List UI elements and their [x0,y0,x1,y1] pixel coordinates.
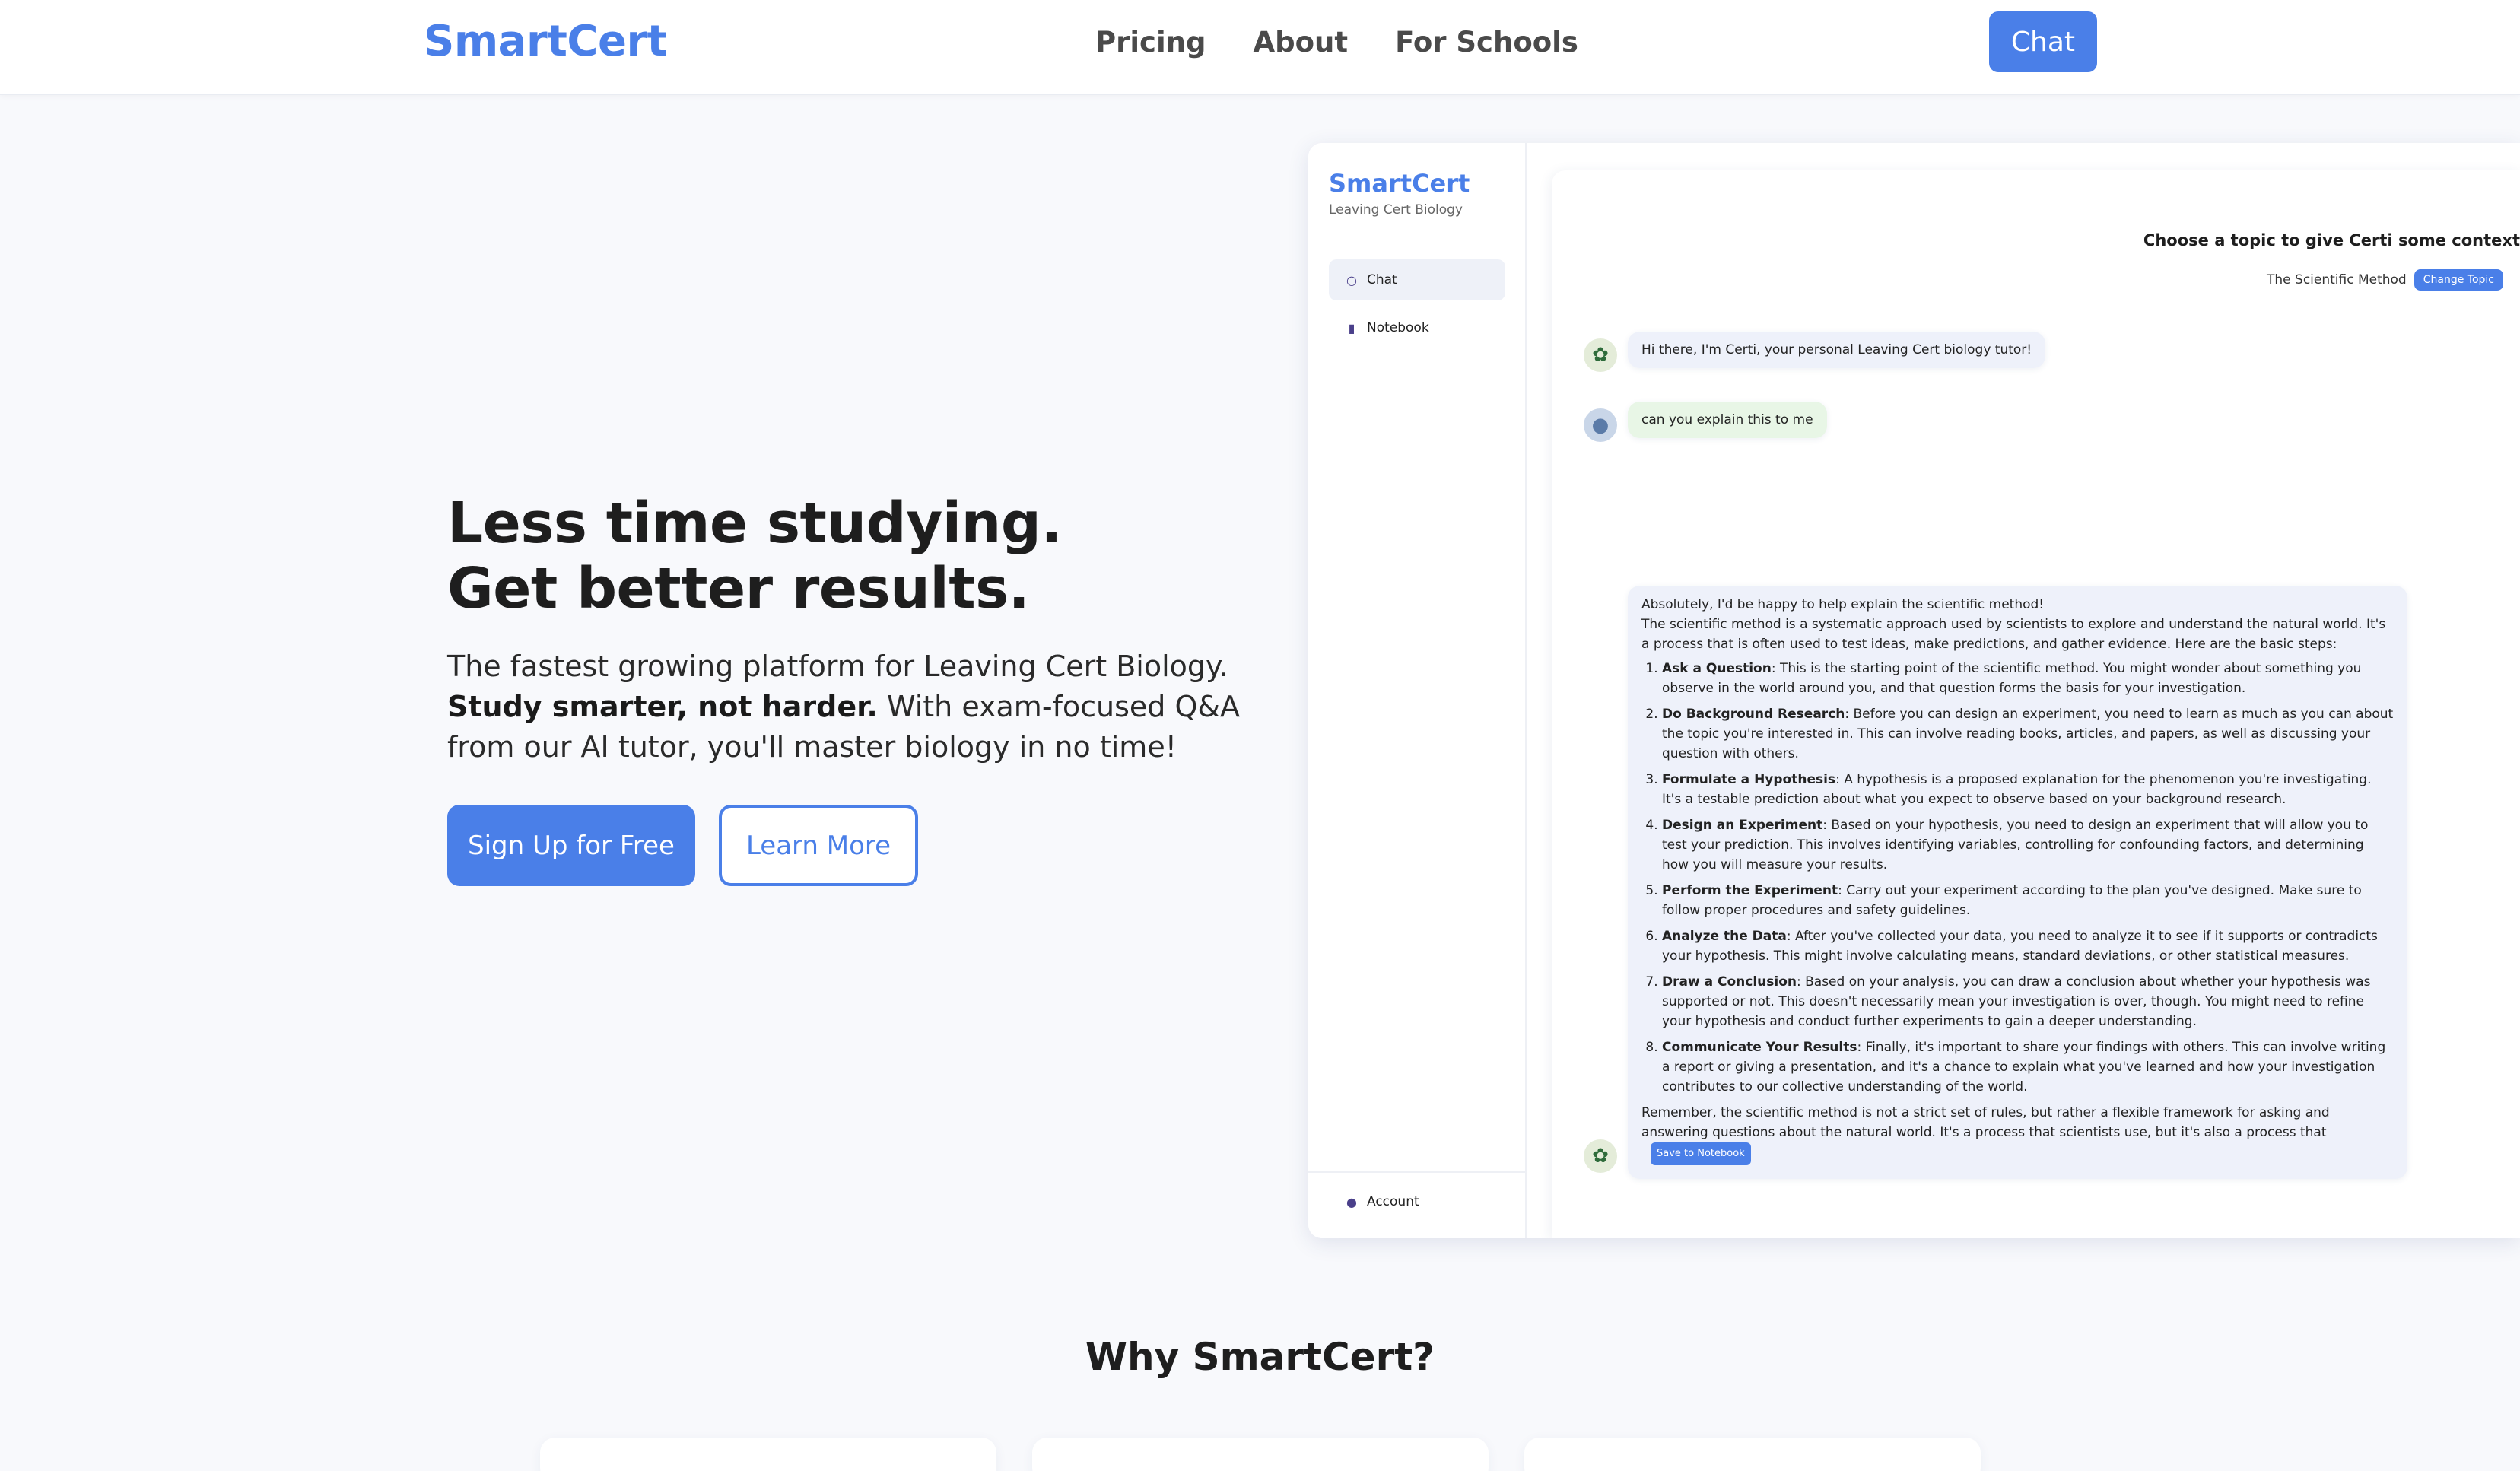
bot-answer-message: Absolutely, I'd be happy to help explain… [1628,586,2407,1179]
sidebar-item-account[interactable]: ● Account [1329,1181,1505,1222]
list-item: Formulate a Hypothesis: A hypothesis is … [1662,770,2394,809]
signup-button[interactable]: Sign Up for Free [447,805,695,886]
sidebar-item-label: Notebook [1367,320,1429,335]
chat-bubble-icon: ○ [1346,272,1357,288]
nav-link-pricing[interactable]: Pricing [1095,26,1206,59]
app-sidebar: SmartCert Leaving Cert Biology ○ Chat ▮ … [1308,143,1527,1238]
sidebar-divider [1308,1171,1527,1173]
list-item: Communicate Your Results: Finally, it's … [1662,1037,2394,1097]
list-item: Do Background Research: Before you can d… [1662,704,2394,764]
nav-chat-button[interactable]: Chat [1989,11,2097,72]
feature-card [1524,1438,1981,1471]
hero-title-line2: Get better results. [447,556,1030,621]
hero-sub-part1: The fastest growing platform for Leaving… [447,650,1228,683]
nav-link-for-schools[interactable]: For Schools [1395,26,1578,59]
feature-card [540,1438,996,1471]
user-avatar-icon: ● [1584,408,1617,442]
chat-panel: Choose a topic to give Certi some contex… [1552,170,2520,1238]
answer-steps: Ask a Question: This is the starting poi… [1641,659,2394,1097]
nav-links: Pricing About For Schools [1095,26,1578,59]
top-nav: SmartCert Pricing About For Schools Chat [0,0,2520,95]
why-section-title: Why SmartCert? [1085,1335,1435,1379]
hero-subtitle: The fastest growing platform for Leaving… [447,647,1276,767]
sidebar-item-notebook[interactable]: ▮ Notebook [1329,307,1505,348]
app-brand[interactable]: SmartCert [1329,169,1470,198]
nav-link-about[interactable]: About [1254,26,1349,59]
app-brand-subtitle: Leaving Cert Biology [1329,202,1463,218]
list-item: Perform the Experiment: Carry out your e… [1662,881,2394,920]
change-topic-button[interactable]: Change Topic [2414,269,2503,291]
certi-bot-avatar-icon: ✿ [1584,1139,1617,1173]
sidebar-item-label: Chat [1367,272,1397,288]
list-item: Draw a Conclusion: Based on your analysi… [1662,972,2394,1031]
account-icon: ● [1346,1194,1357,1209]
answer-outro: Remember, the scientific method is not a… [1641,1105,2330,1140]
list-item: Design an Experiment: Based on your hypo… [1662,815,2394,875]
sidebar-item-label: Account [1367,1194,1419,1209]
certi-bot-avatar-icon: ✿ [1584,338,1617,372]
bot-message: Hi there, I'm Certi, your personal Leavi… [1628,332,2046,368]
topic-prompt: Choose a topic to give Certi some contex… [2143,231,2520,249]
app-preview: SmartCert Leaving Cert Biology ○ Chat ▮ … [1308,143,2520,1238]
feature-card [1032,1438,1489,1471]
hero-title-line1: Less time studying. [447,491,1062,556]
save-to-notebook-button[interactable]: Save to Notebook [1651,1142,1751,1165]
user-message: can you explain this to me [1628,402,1827,438]
hero-sub-bold: Study smarter, not harder. [447,690,878,723]
notebook-icon: ▮ [1348,320,1355,335]
hero-title: Less time studying. Get better results. [447,491,1062,621]
topic-row: The Scientific Method Change Topic [2267,269,2503,291]
learn-more-button[interactable]: Learn More [719,805,918,886]
brand-logo[interactable]: SmartCert [424,17,667,66]
list-item: Analyze the Data: After you've collected… [1662,926,2394,966]
list-item: Ask a Question: This is the starting poi… [1662,659,2394,698]
answer-intro: Absolutely, I'd be happy to help explain… [1641,597,2045,612]
answer-intro: The scientific method is a systematic ap… [1641,617,2386,652]
sidebar-item-chat[interactable]: ○ Chat [1329,259,1505,300]
current-topic: The Scientific Method [2267,272,2407,288]
